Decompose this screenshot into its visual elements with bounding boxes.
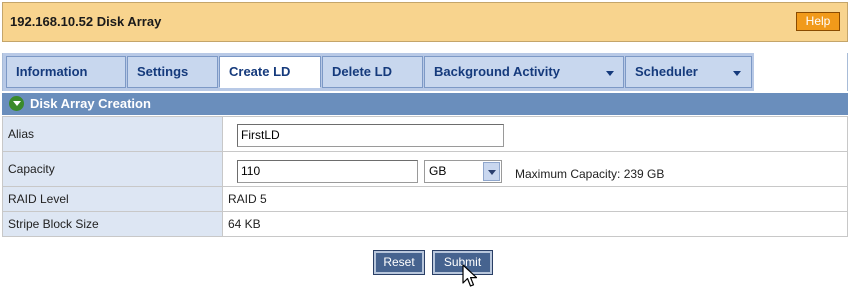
window-title-bar: 192.168.10.52 Disk Array Help <box>2 2 848 42</box>
page-title: 192.168.10.52 Disk Array <box>10 14 162 29</box>
chevron-down-icon <box>733 71 741 76</box>
stripe-block-size-label: Stripe Block Size <box>2 211 223 237</box>
tab-settings[interactable]: Settings <box>127 56 218 88</box>
raid-level-label: RAID Level <box>2 186 223 212</box>
tab-label: Delete LD <box>332 64 392 79</box>
reset-button[interactable]: Reset <box>373 250 425 275</box>
tab-label: Background Activity <box>434 64 560 79</box>
tab-label: Information <box>16 64 88 79</box>
stripe-block-size-value: 64 KB <box>222 211 848 237</box>
capacity-label: Capacity <box>2 151 223 187</box>
tab-label: Settings <box>137 64 189 79</box>
section-title: Disk Array Creation <box>30 96 151 111</box>
alias-input[interactable]: FirstLD <box>237 124 504 147</box>
capacity-unit-value: GB <box>429 164 447 178</box>
collapse-circle-icon <box>9 96 24 111</box>
tab-delete-ld[interactable]: Delete LD <box>322 56 423 88</box>
raid-level-value: RAID 5 <box>222 186 848 212</box>
capacity-input[interactable]: 110 <box>237 160 418 183</box>
chevron-down-icon <box>606 71 614 76</box>
table-row: RAID Level RAID 5 <box>2 186 848 212</box>
section-header[interactable]: Disk Array Creation <box>2 93 848 115</box>
max-capacity-text: Maximum Capacity: 239 GB <box>515 167 665 181</box>
tab-scheduler[interactable]: Scheduler <box>625 56 752 88</box>
table-row: Stripe Block Size 64 KB <box>2 211 848 237</box>
help-button[interactable]: Help <box>796 12 840 31</box>
mouse-cursor-icon <box>462 264 478 287</box>
tab-label: Scheduler <box>635 64 698 79</box>
tab-strip: Information Settings Create LD Delete LD… <box>3 53 754 91</box>
tab-background-activity[interactable]: Background Activity <box>424 56 624 88</box>
tab-bar: Information Settings Create LD Delete LD… <box>2 53 848 91</box>
capacity-unit-select[interactable]: GB <box>424 160 502 183</box>
alias-label: Alias <box>2 116 223 152</box>
tab-information[interactable]: Information <box>6 56 126 88</box>
tab-label: Create LD <box>229 64 291 79</box>
chevron-down-icon[interactable] <box>483 162 500 181</box>
tab-create-ld[interactable]: Create LD <box>219 56 321 88</box>
